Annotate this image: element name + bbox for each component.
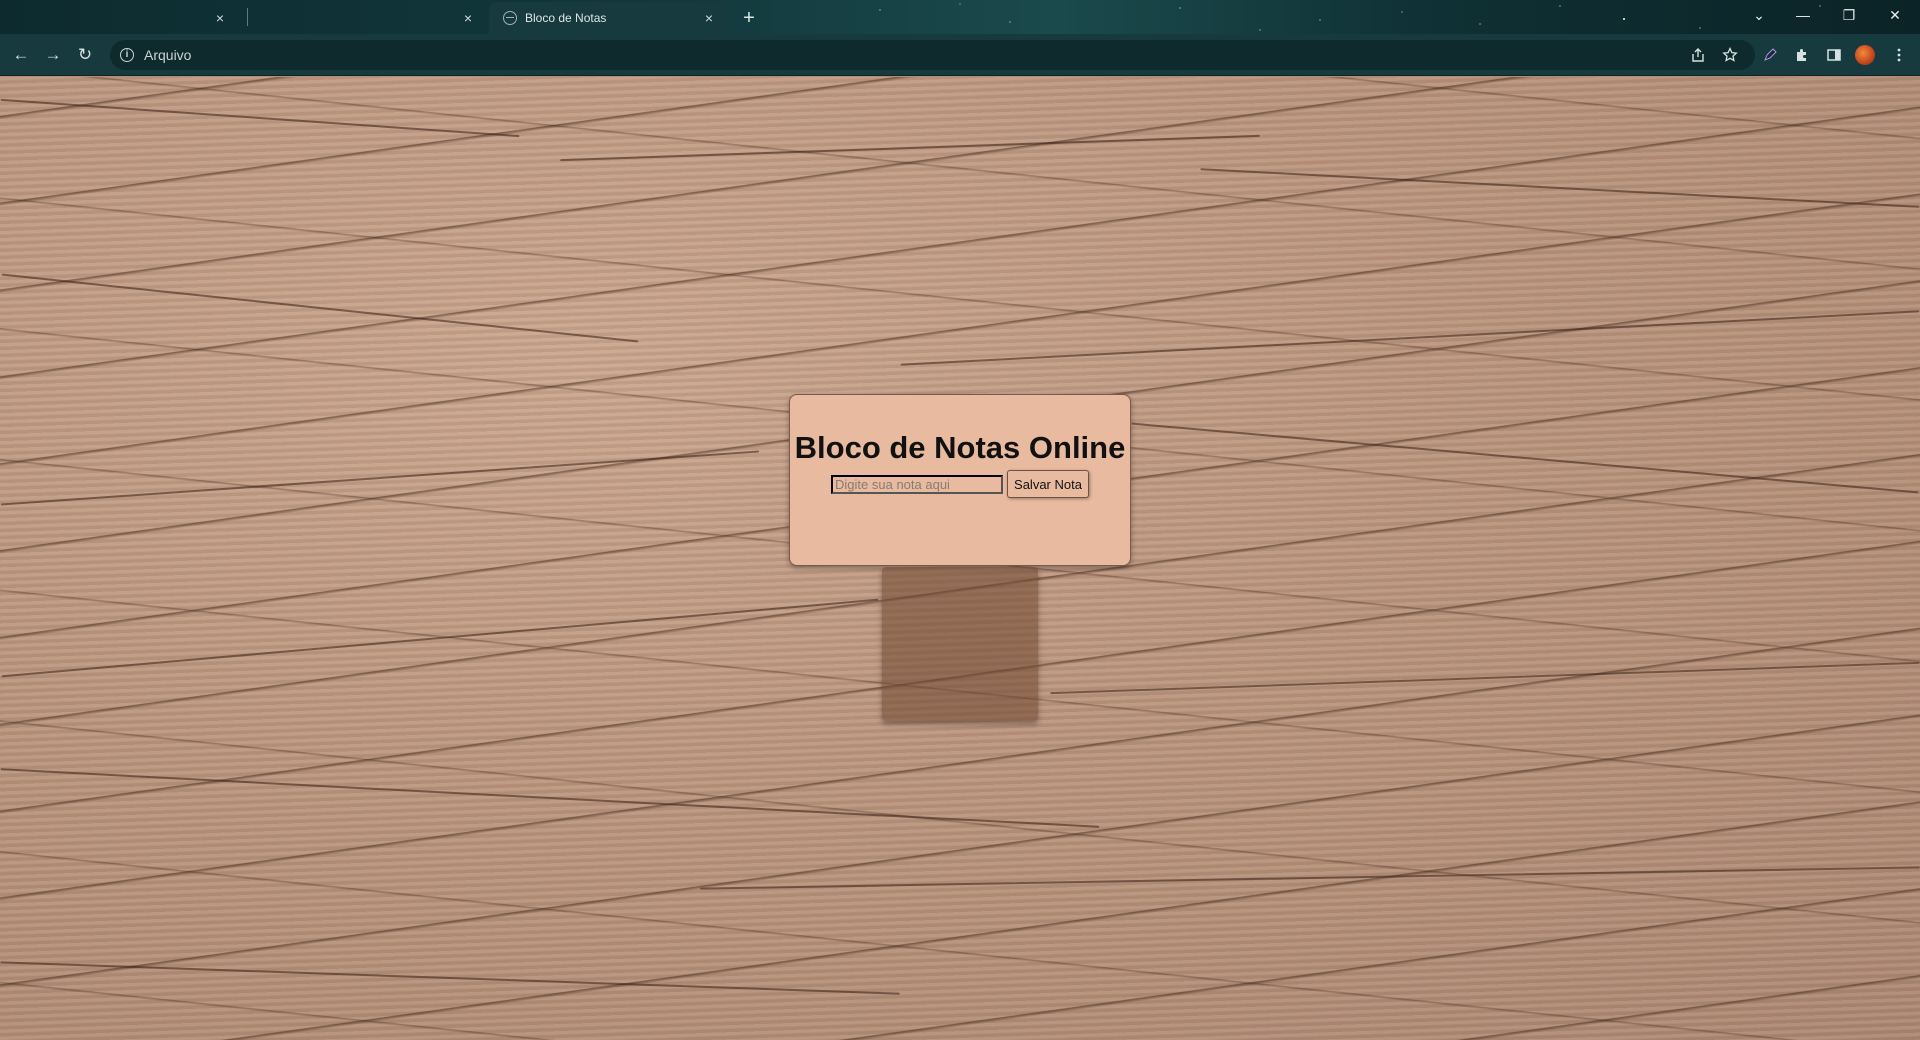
new-tab-button[interactable]: +	[736, 5, 762, 31]
wood-crack	[0, 98, 520, 138]
avatar[interactable]	[1855, 45, 1875, 65]
share-icon[interactable]	[1684, 41, 1712, 69]
note-input[interactable]	[831, 474, 1004, 494]
kebab-menu-icon[interactable]	[1885, 41, 1913, 69]
page-viewport: Bloco de Notas Online Salvar Nota	[0, 77, 1920, 1040]
reload-button[interactable]: ↻	[71, 41, 99, 69]
wood-crack	[560, 134, 1260, 162]
window-close-button[interactable]: ✕	[1872, 0, 1918, 30]
restore-button[interactable]: ❐	[1826, 0, 1872, 30]
tab-search-icon[interactable]: ⌄	[1736, 0, 1782, 30]
wood-crack	[0, 450, 760, 506]
tab-close-icon[interactable]: ×	[701, 10, 717, 26]
star-icon[interactable]	[1716, 41, 1744, 69]
security-label: Arquivo	[144, 47, 192, 63]
wood-crack	[0, 768, 1100, 828]
tab-close-icon[interactable]: ×	[212, 10, 228, 26]
wood-crack	[1, 598, 879, 678]
wood-crack	[1200, 168, 1920, 208]
browser-tab-active[interactable]: Bloco de Notas ×	[489, 2, 727, 34]
wood-crack	[1131, 422, 1919, 494]
side-panel-icon[interactable]	[1820, 41, 1848, 69]
minimize-button[interactable]: —	[1780, 0, 1826, 30]
wood-crack	[900, 310, 1920, 366]
notes-list	[882, 567, 1038, 721]
back-button[interactable]: ←	[7, 41, 35, 69]
tab-strip: × × Bloco de Notas × + ⌄ — ❐ ✕	[0, 0, 1920, 34]
globe-icon	[503, 11, 517, 25]
forward-button[interactable]: →	[39, 41, 67, 69]
extensions-icon[interactable]	[1788, 41, 1816, 69]
browser-tab[interactable]: ×	[248, 2, 486, 34]
wood-crack	[0, 961, 900, 995]
browser-toolbar: ← → ↻ i Arquivo	[0, 34, 1920, 76]
address-bar[interactable]: i Arquivo	[110, 40, 1755, 70]
wood-crack	[1050, 661, 1920, 695]
browser-tab[interactable]: ×	[0, 2, 238, 34]
page-title: Bloco de Notas Online	[794, 430, 1126, 465]
tab-close-icon[interactable]: ×	[460, 10, 476, 26]
wood-crack	[700, 866, 1920, 890]
pen-icon[interactable]	[1756, 41, 1784, 69]
note-card: Bloco de Notas Online Salvar Nota	[789, 394, 1131, 566]
save-note-button[interactable]: Salvar Nota	[1007, 470, 1089, 498]
note-form: Salvar Nota	[790, 470, 1130, 498]
info-icon[interactable]: i	[120, 48, 134, 62]
wood-crack	[1, 273, 639, 343]
tab-title: Bloco de Notas	[525, 11, 607, 25]
